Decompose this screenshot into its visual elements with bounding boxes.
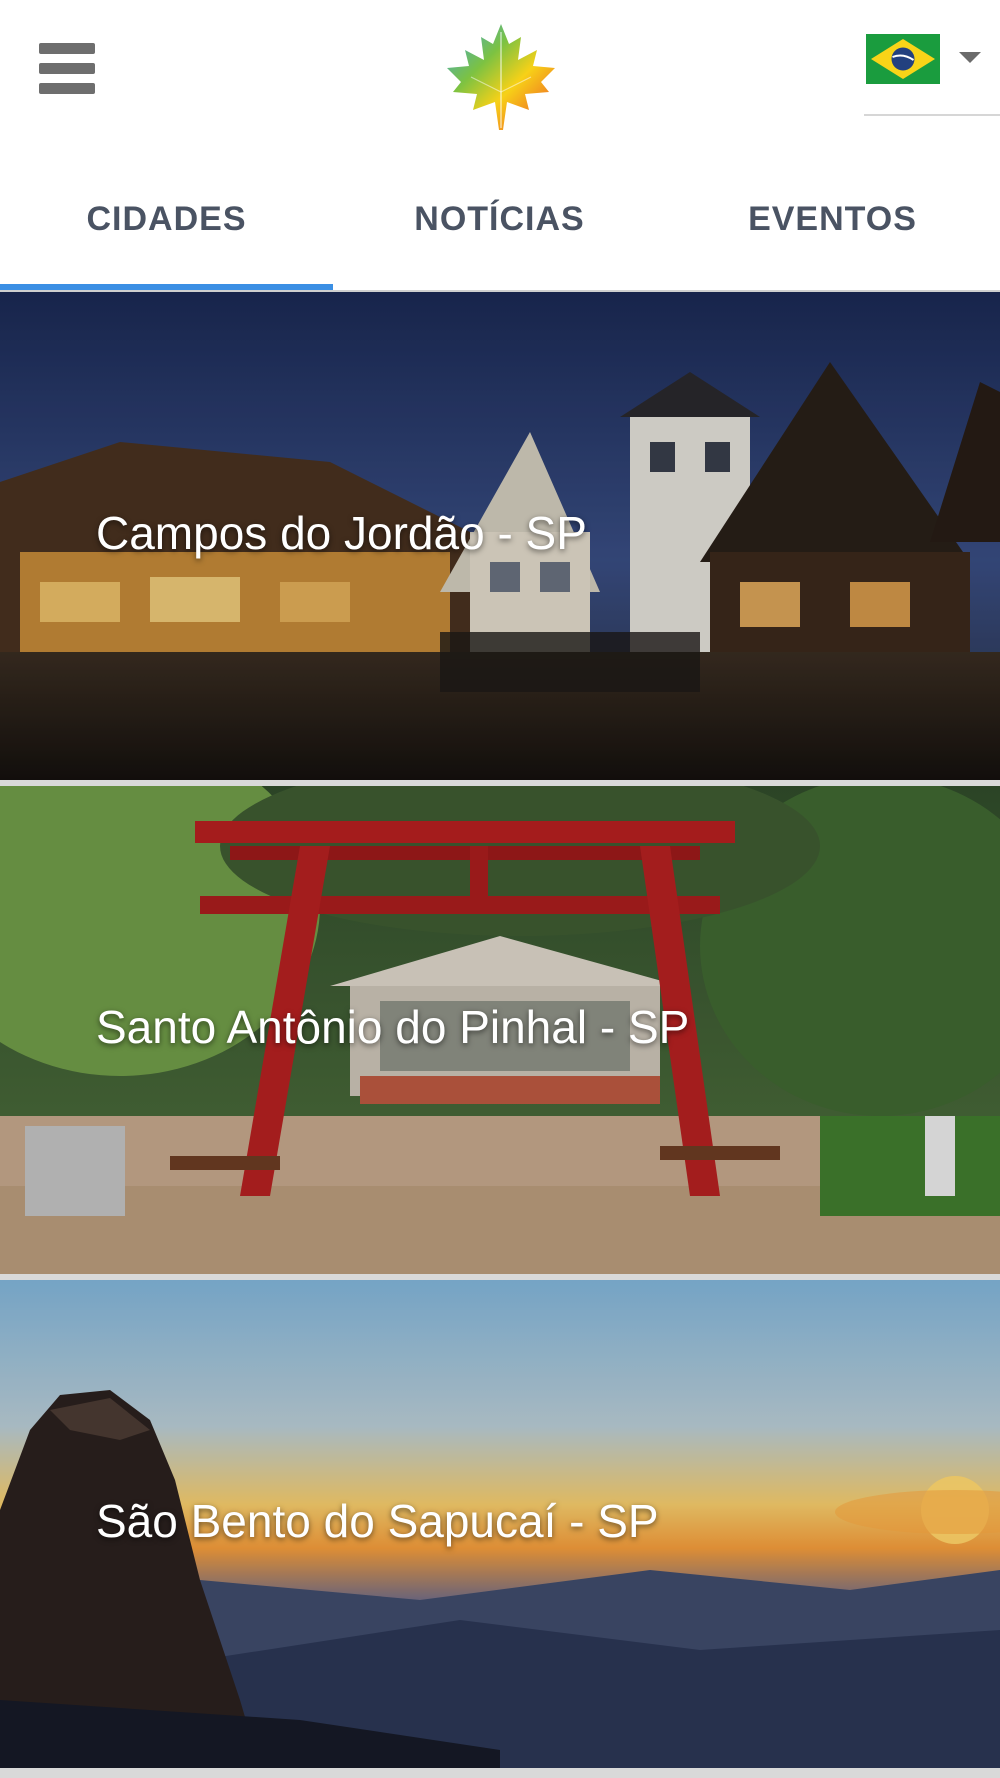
- app-header: [0, 0, 1000, 165]
- maple-leaf-logo-icon: [447, 24, 555, 130]
- tab-eventos[interactable]: EVENTOS: [666, 165, 999, 292]
- city-card-campos-do-jordao[interactable]: Campos do Jordão - SP: [0, 292, 1000, 780]
- caret-down-icon: [959, 52, 981, 63]
- city-card-sao-bento-do-sapucai[interactable]: São Bento do Sapucaí - SP: [0, 1280, 1000, 1768]
- city-list: Campos do Jordão - SP Santo Antônio do P…: [0, 292, 1000, 1778]
- hamburger-menu-icon[interactable]: [36, 40, 98, 96]
- tab-bar: CIDADES NOTÍCIAS EVENTOS: [0, 165, 1000, 292]
- city-card-santo-antonio-do-pinhal[interactable]: Santo Antônio do Pinhal - SP: [0, 786, 1000, 1274]
- city-name: Campos do Jordão - SP: [96, 507, 587, 559]
- app-screen: CIDADES NOTÍCIAS EVENTOS Campos do Jordã…: [0, 0, 1000, 1778]
- language-selector[interactable]: [864, 28, 1000, 118]
- tab-noticias[interactable]: NOTÍCIAS: [333, 165, 666, 292]
- language-selector-underline: [864, 114, 1000, 116]
- city-name: São Bento do Sapucaí - SP: [96, 1495, 659, 1547]
- brazil-flag-icon: [866, 34, 940, 84]
- tab-cidades[interactable]: CIDADES: [0, 165, 333, 292]
- city-name: Santo Antônio do Pinhal - SP: [96, 1001, 690, 1053]
